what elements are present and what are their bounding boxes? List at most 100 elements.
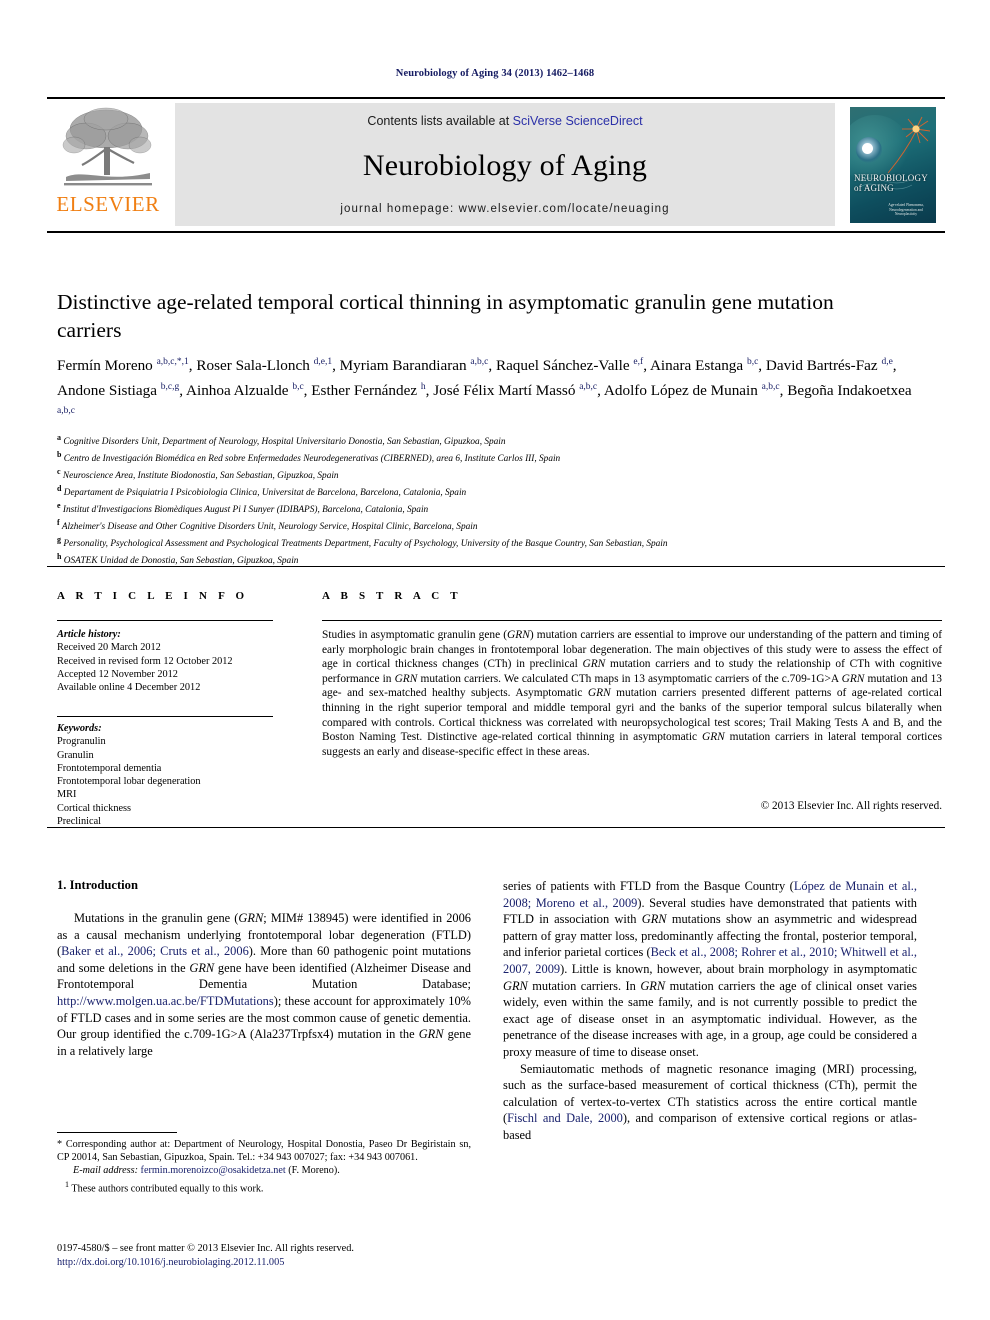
footnote-email-label: E-mail address: (73, 1165, 138, 1177)
affiliation-mark: e (57, 501, 61, 510)
cover-art-image: NEUROBIOLOGY of AGING Age-related Phenom… (850, 107, 936, 223)
footnote-equal-contribution: 1 These authors contributed equally to t… (65, 1178, 471, 1196)
footnote-block: * Corresponding author at: Department of… (57, 1138, 471, 1195)
affiliation-item: d Departament de Psiquiatria I Psicobiol… (57, 483, 937, 500)
author-affil-marks: a,b,c (470, 357, 489, 367)
abstract-heading: A B S T R A C T (322, 590, 462, 602)
elsevier-logo: ELSEVIER (47, 99, 169, 231)
affiliation-text: Institut d'Investigacions Biomèdiques Au… (62, 505, 429, 516)
keywords-list: Keywords: Progranulin Granulin Frontotem… (57, 722, 287, 828)
footnote-equal-contribution-text: These authors contributed equally to thi… (71, 1183, 264, 1194)
article-history: Article history: Received 20 March 2012 … (57, 628, 287, 694)
article-history-label: Article history: (57, 629, 121, 640)
article-info-rule (57, 620, 273, 621)
article-history-item: Accepted 12 November 2012 (57, 668, 178, 680)
body-column-left: 1. Introduction Mutations in the granuli… (57, 878, 471, 1059)
author-affil-marks: a,b,c (761, 381, 780, 392)
journal-article-page: Neurobiology of Aging 34 (2013) 1462–146… (0, 0, 990, 1320)
divider-above-abstract (47, 566, 945, 567)
masthead-center: Contents lists available at SciVerse Sci… (175, 103, 835, 226)
journal-cover-thumbnail: NEUROBIOLOGY of AGING Age-related Phenom… (841, 99, 945, 231)
affiliation-mark: c (57, 467, 61, 476)
author-affil-marks: d,e (881, 357, 893, 367)
author-item: David Bartrés-Faz d,e, (765, 357, 897, 375)
cover-subtitle: Age-related Phenomena, Neurodegeneration… (888, 203, 924, 217)
running-head: Neurobiology of Aging 34 (2013) 1462–146… (395, 68, 595, 79)
affiliation-text: Departament de Psiquiatria I Psicobiolog… (63, 488, 467, 499)
article-history-item: Received 20 March 2012 (57, 642, 161, 654)
author-affil-marks: b,c,g (160, 381, 180, 392)
author-item: Myriam Barandiaran a,b,c, (339, 357, 496, 375)
affiliation-item: c Neuroscience Area, Institute Biodonost… (57, 466, 937, 483)
author-affil-marks: d,e,1 (313, 357, 333, 367)
author-item: Fermín Moreno a,b,c,*,1, (57, 357, 197, 375)
affiliation-mark: h (57, 552, 62, 561)
footnote-email: E-mail address: fermin.morenoizco@osakid… (73, 1164, 471, 1177)
author-affil-marks: a,b,c,*,1 (156, 357, 189, 367)
abstract-rule (322, 620, 942, 621)
affiliation-text: Centro de Investigación Biomédica en Red… (63, 454, 561, 465)
affiliation-text: OSATEK Unidad de Donostia, San Sebastian… (63, 556, 299, 567)
journal-masthead: ELSEVIER Contents lists available at Sci… (47, 97, 945, 233)
author-item: Esther Fernández h, (311, 381, 434, 399)
affiliation-mark: b (57, 450, 62, 459)
paragraph: Mutations in the granulin gene (GRN; MIM… (57, 911, 471, 1058)
divider-below-abstract (47, 827, 945, 828)
affiliation-mark: d (57, 484, 62, 493)
keywords-label: Keywords: (57, 723, 102, 734)
article-history-item: Received in revised form 12 October 2012 (57, 655, 233, 667)
author-list: Fermín Moreno a,b,c,*,1, Roser Sala-Llon… (57, 352, 917, 426)
doi-link[interactable]: http://dx.doi.org/10.1016/j.neurobiolagi… (57, 1256, 487, 1270)
sciencedirect-link[interactable]: SciVerse ScienceDirect (513, 114, 643, 128)
affiliation-item: g Personality, Psychological Assessment … (57, 534, 937, 551)
keyword-item: MRI (57, 789, 77, 801)
footnote-email-suffix: (F. Moreno). (288, 1165, 340, 1177)
author-item: Raquel Sánchez-Valle e,f, (495, 357, 650, 375)
paragraph: series of patients with FTLD from the Ba… (503, 879, 917, 1059)
affiliation-item: b Centro de Investigación Biomédica en R… (57, 449, 937, 466)
affiliation-text: Alzheimer's Disease and Other Cognitive … (61, 522, 478, 533)
cover-title: NEUROBIOLOGY of AGING (854, 173, 928, 193)
body-column-right: series of patients with FTLD from the Ba… (503, 878, 917, 1144)
author-item: Roser Sala-Llonch d,e,1, (196, 357, 340, 375)
section-heading-introduction: 1. Introduction (57, 878, 138, 892)
affiliation-item: f Alzheimer's Disease and Other Cognitiv… (57, 517, 937, 534)
affiliation-item: a Cognitive Disorders Unit, Department o… (57, 432, 937, 449)
author-affil-marks: b,c (292, 381, 304, 392)
elsevier-wordmark: ELSEVIER (56, 192, 160, 216)
email-link[interactable]: fermin.morenoizco@osakidetza.net (141, 1165, 286, 1176)
author-affil-marks: e,f (633, 357, 644, 367)
article-info-heading: A R T I C L E I N F O (57, 590, 249, 602)
page-title: Distinctive age-related temporal cortica… (57, 290, 834, 342)
contents-list-line: Contents lists available at SciVerse Sci… (367, 114, 642, 128)
affiliation-item: e Institut d'Investigacions Biomèdiques … (57, 500, 937, 517)
keyword-item: Frontotemporal lobar degeneration (57, 776, 201, 788)
affiliation-text: Cognitive Disorders Unit, Department of … (63, 437, 506, 448)
keywords-rule (57, 716, 273, 717)
abstract-copyright: © 2013 Elsevier Inc. All rights reserved… (760, 800, 942, 812)
affiliation-mark: a (57, 433, 61, 442)
article-history-item: Available online 4 December 2012 (57, 682, 201, 694)
affiliation-list: a Cognitive Disorders Unit, Department o… (57, 432, 937, 568)
author-item: Andone Sistiaga b,c,g, (57, 381, 187, 399)
journal-title: Neurobiology of Aging (362, 148, 648, 182)
journal-homepage-link[interactable]: journal homepage: www.elsevier.com/locat… (340, 203, 669, 215)
abstract-body: Studies in asymptomatic granulin gene (G… (322, 629, 943, 758)
keyword-item: Frontotemporal dementia (57, 762, 162, 774)
paragraph: Semiautomatic methods of magnetic resona… (503, 1061, 917, 1142)
keyword-item: Progranulin (57, 736, 106, 748)
author-affil-marks: a,b,c (579, 381, 598, 392)
author-affil-marks: b,c (746, 357, 759, 367)
keyword-item: Granulin (57, 749, 94, 761)
affiliation-mark: f (57, 518, 60, 527)
contents-prefix: Contents lists available at (367, 114, 513, 128)
author-item: José Félix Martí Massó a,b,c, (433, 381, 604, 399)
footer-issn-block: 0197-4580/$ – see front matter © 2013 El… (57, 1242, 487, 1269)
footnote-divider (57, 1132, 177, 1133)
keyword-item: Cortical thickness (57, 802, 132, 814)
author-item: Ainara Estanga b,c, (649, 357, 766, 375)
author-affil-marks: a,b,c (57, 406, 75, 417)
footnote-mark: 1 (65, 1179, 69, 1189)
author-item: Ainhoa Alzualde b,c, (186, 381, 312, 399)
elsevier-tree-icon (62, 107, 152, 186)
